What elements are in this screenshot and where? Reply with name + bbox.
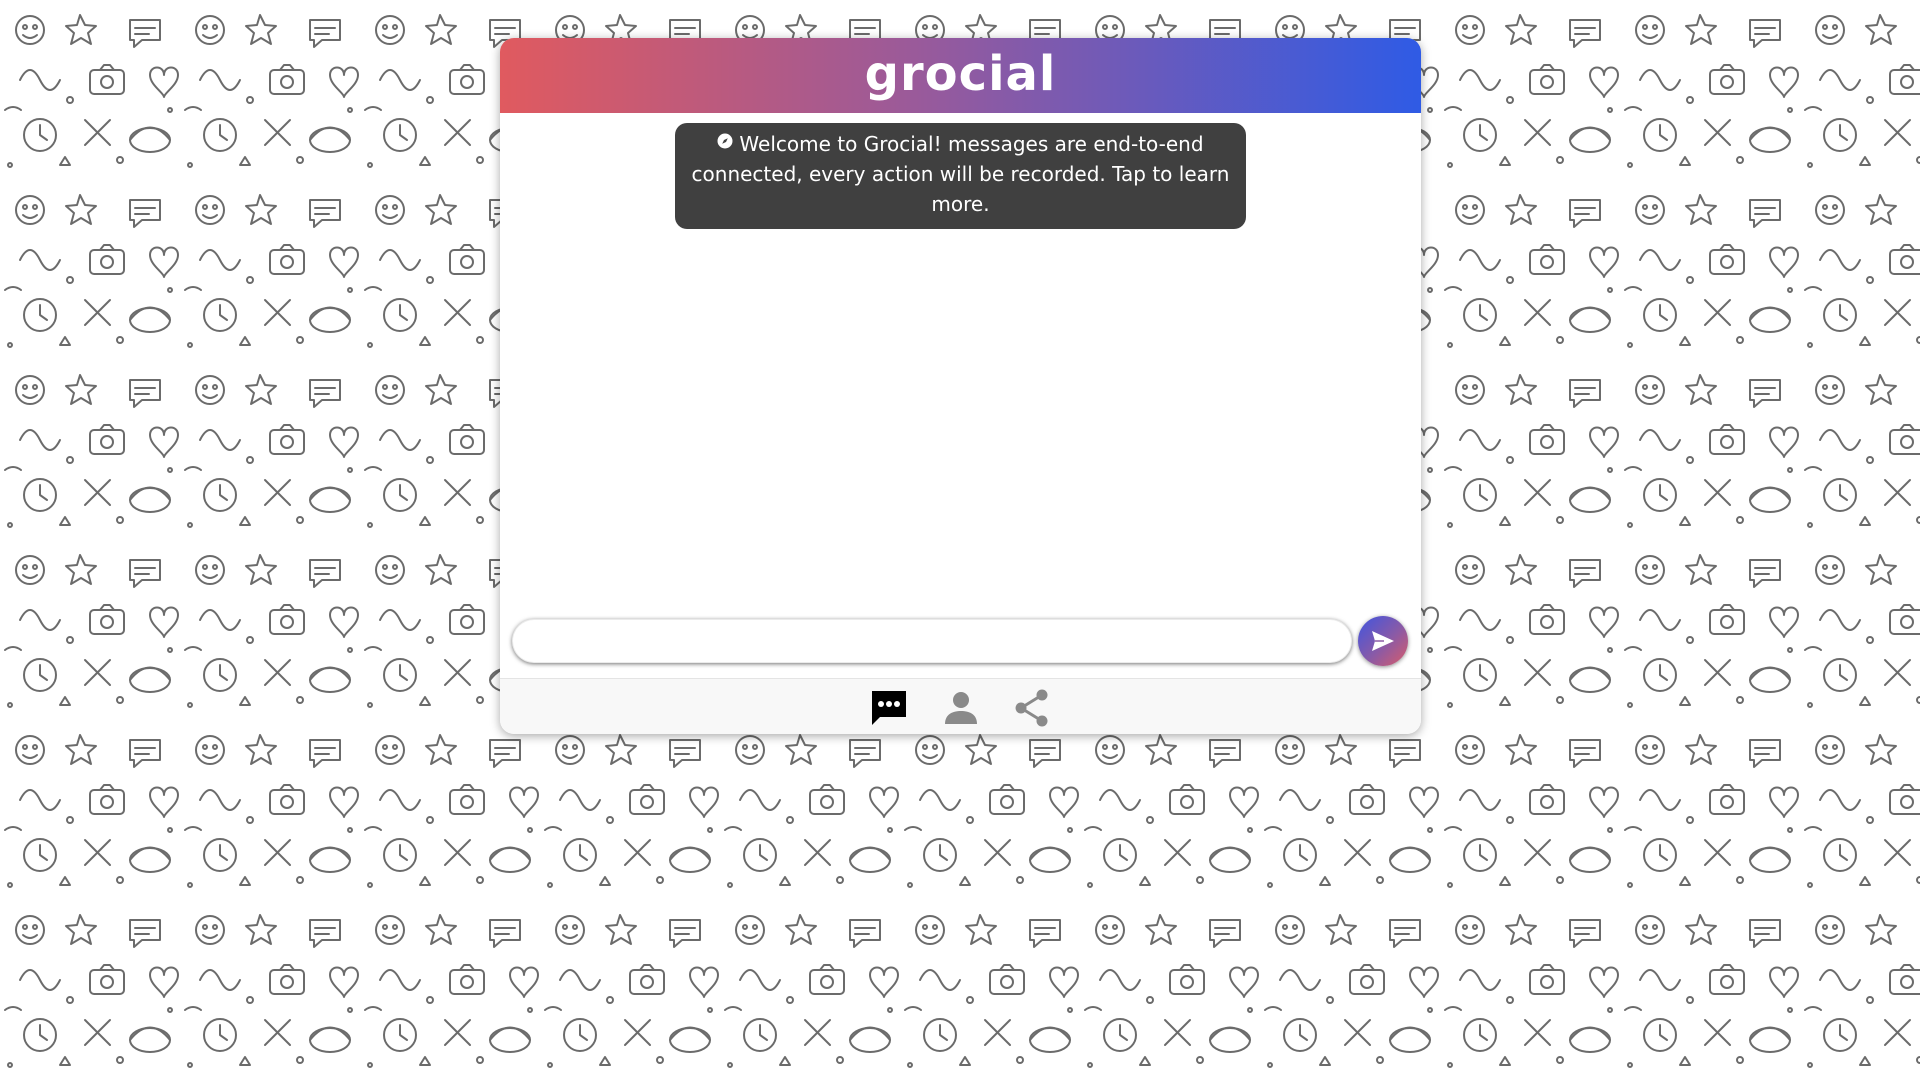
- chat-window: grocial Welcome to Grocial! messages are…: [500, 38, 1421, 734]
- app-header: grocial: [500, 38, 1421, 113]
- nav-share-button[interactable]: [1011, 687, 1053, 729]
- message-input[interactable]: [512, 619, 1352, 663]
- message-composer: [500, 613, 1421, 673]
- send-button[interactable]: [1358, 616, 1408, 666]
- bottom-navigation: [500, 678, 1421, 734]
- send-icon: [1372, 631, 1394, 651]
- compass-info-icon: [717, 133, 733, 149]
- nav-chat-button[interactable]: [868, 687, 910, 729]
- chat-bubble-icon: [872, 691, 906, 725]
- share-icon: [1015, 689, 1048, 727]
- app-logo: grocial: [864, 46, 1057, 102]
- welcome-text: Welcome to Grocial! messages are end-to-…: [691, 132, 1230, 216]
- person-icon: [945, 692, 977, 724]
- welcome-notice[interactable]: Welcome to Grocial! messages are end-to-…: [675, 123, 1246, 229]
- nav-profile-button[interactable]: [940, 687, 982, 729]
